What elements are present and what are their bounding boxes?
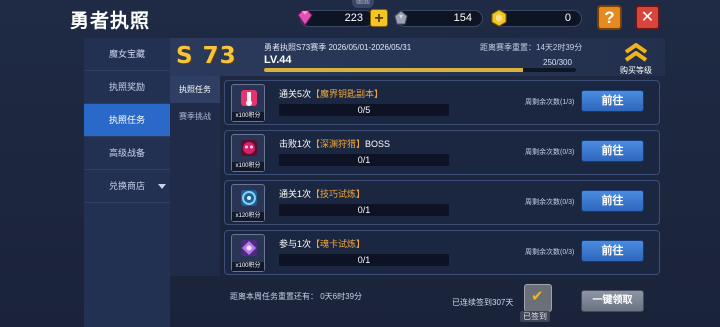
claim-all-button[interactable]: 一键领取 — [581, 290, 644, 312]
task-icon: x100积分 — [231, 84, 265, 122]
task-icon: x100积分 — [231, 234, 265, 272]
task-row: x100积分 击败1次【深渊狩猎】BOSS 0/1 周剩余次数(0/3) 前往 — [224, 130, 660, 175]
task-name: 通关1次【技巧试炼】 — [279, 187, 365, 200]
nav-item-license-tasks[interactable]: 执照任务 — [84, 104, 170, 137]
season-exp: 250/300 — [543, 58, 572, 67]
task-points: x100积分 — [232, 162, 264, 171]
task-progress: 0/1 — [279, 254, 449, 266]
top-bar: 勇者执照 画面 223 + 154 0 ? ✕ — [0, 0, 720, 38]
gem-counter: 223 — [297, 10, 374, 27]
left-nav: 魔女宝藏 执照奖励 执照任务 高级战备 兑换商店 — [84, 38, 170, 327]
help-button[interactable]: ? — [597, 5, 622, 30]
key-icon — [241, 90, 257, 106]
skill-icon — [241, 190, 257, 206]
task-progress: 0/5 — [279, 104, 449, 116]
demon-icon — [241, 140, 257, 156]
gem-count: 223 — [344, 12, 363, 24]
task-remaining: 周剩余次数(0/3) — [525, 199, 575, 206]
task-name-prefix: 通关5次 — [279, 89, 312, 99]
task-points: x120积分 — [232, 212, 264, 221]
task-name-suffix: BOSS — [365, 139, 391, 149]
ore-counter: 154 — [394, 10, 483, 27]
task-name-highlight: 【技巧试炼】 — [311, 189, 366, 199]
buy-level-label: 购买等级 — [620, 66, 652, 75]
double-chevron-up-icon — [624, 43, 648, 62]
coin-icon — [491, 9, 507, 27]
task-row: x100积分 通关5次【魔界钥匙副本】 0/5 周剩余次数(1/3) 前往 — [224, 80, 660, 125]
task-icon: x100积分 — [231, 134, 265, 172]
task-row: x120积分 通关1次【技巧试炼】 0/1 周剩余次数(0/3) 前往 — [224, 180, 660, 225]
task-name: 通关5次【魔界钥匙副本】 — [279, 87, 383, 100]
task-name: 击败1次【深渊狩猎】BOSS — [279, 137, 390, 150]
task-name-prefix: 通关1次 — [279, 189, 312, 199]
season-badge: S 73 — [176, 43, 237, 69]
gem-icon — [297, 10, 313, 26]
task-name: 参与1次【魂卡试炼】 — [279, 237, 365, 250]
go-button[interactable]: 前往 — [581, 90, 644, 112]
task-points: x100积分 — [232, 262, 264, 271]
task-row: x100积分 参与1次【魂卡试炼】 0/1 周剩余次数(0/3) 前往 — [224, 230, 660, 275]
ore-icon — [394, 10, 408, 25]
top-pull-tab[interactable]: 画面 — [352, 0, 374, 8]
go-button[interactable]: 前往 — [581, 240, 644, 262]
task-icon: x120积分 — [231, 184, 265, 222]
page-title: 勇者执照 — [70, 11, 151, 32]
task-name-highlight: 【深渊狩猎】 — [311, 139, 366, 149]
soul-card-icon — [241, 240, 257, 256]
signed-in-label: 已签到 — [520, 311, 550, 322]
task-name-prefix: 参与1次 — [279, 239, 312, 249]
season-header: S 73 勇者执照S73赛季 2026/05/01-2026/05/31 距离赛… — [170, 38, 665, 76]
task-progress: 0/1 — [279, 154, 449, 166]
task-remaining: 周剩余次数(0/3) — [525, 249, 575, 256]
nav-item-exchange-shop[interactable]: 兑换商店 — [84, 170, 170, 203]
nav-item-witch-treasure[interactable]: 魔女宝藏 — [84, 38, 170, 71]
nav-item-label: 兑换商店 — [108, 181, 145, 191]
season-progress-fill — [264, 68, 523, 72]
go-button[interactable]: 前往 — [581, 190, 644, 212]
task-name-prefix: 击败1次 — [279, 139, 312, 149]
ore-count: 154 — [453, 12, 472, 24]
weekly-reset-timer: 距离本周任务重置还有： 0天6时39分 — [230, 292, 363, 301]
calendar-icon[interactable]: ✔ — [524, 284, 552, 312]
tab-season-challenge[interactable]: 赛季挑战 — [170, 103, 220, 130]
nav-item-advanced-supplies[interactable]: 高级战备 — [84, 137, 170, 170]
add-gems-button[interactable]: + — [370, 9, 388, 27]
sign-in-streak: 已连续签到307天 — [452, 298, 514, 307]
coin-count: 0 — [564, 12, 571, 24]
go-button[interactable]: 前往 — [581, 140, 644, 162]
checkmark-icon: ✔ — [531, 288, 544, 305]
task-name-highlight: 【魔界钥匙副本】 — [311, 89, 384, 99]
buy-level-button[interactable]: 购买等级 — [612, 40, 660, 75]
task-progress: 0/1 — [279, 204, 449, 216]
coin-counter: 0 — [491, 9, 582, 27]
season-reset-timer: 距离赛季重置：14天2时39分 — [480, 43, 583, 52]
task-remaining: 周剩余次数(0/3) — [525, 149, 575, 156]
task-points: x100积分 — [232, 112, 264, 121]
chevron-down-icon — [158, 184, 166, 189]
season-progress-bar — [264, 68, 576, 72]
season-level: LV.44 — [264, 54, 292, 66]
game-screen: 勇者执照 画面 223 + 154 0 ? ✕ 魔女宝藏 执照奖励 执照任务 高… — [0, 0, 720, 327]
nav-item-license-rewards[interactable]: 执照奖励 — [84, 71, 170, 104]
close-button[interactable]: ✕ — [635, 5, 660, 30]
season-title: 勇者执照S73赛季 2026/05/01-2026/05/31 — [264, 43, 412, 52]
task-name-highlight: 【魂卡试炼】 — [311, 239, 366, 249]
task-remaining: 周剩余次数(1/3) — [525, 99, 575, 106]
tab-license-tasks[interactable]: 执照任务 — [170, 76, 220, 103]
sub-nav: 执照任务 赛季挑战 — [170, 76, 220, 276]
